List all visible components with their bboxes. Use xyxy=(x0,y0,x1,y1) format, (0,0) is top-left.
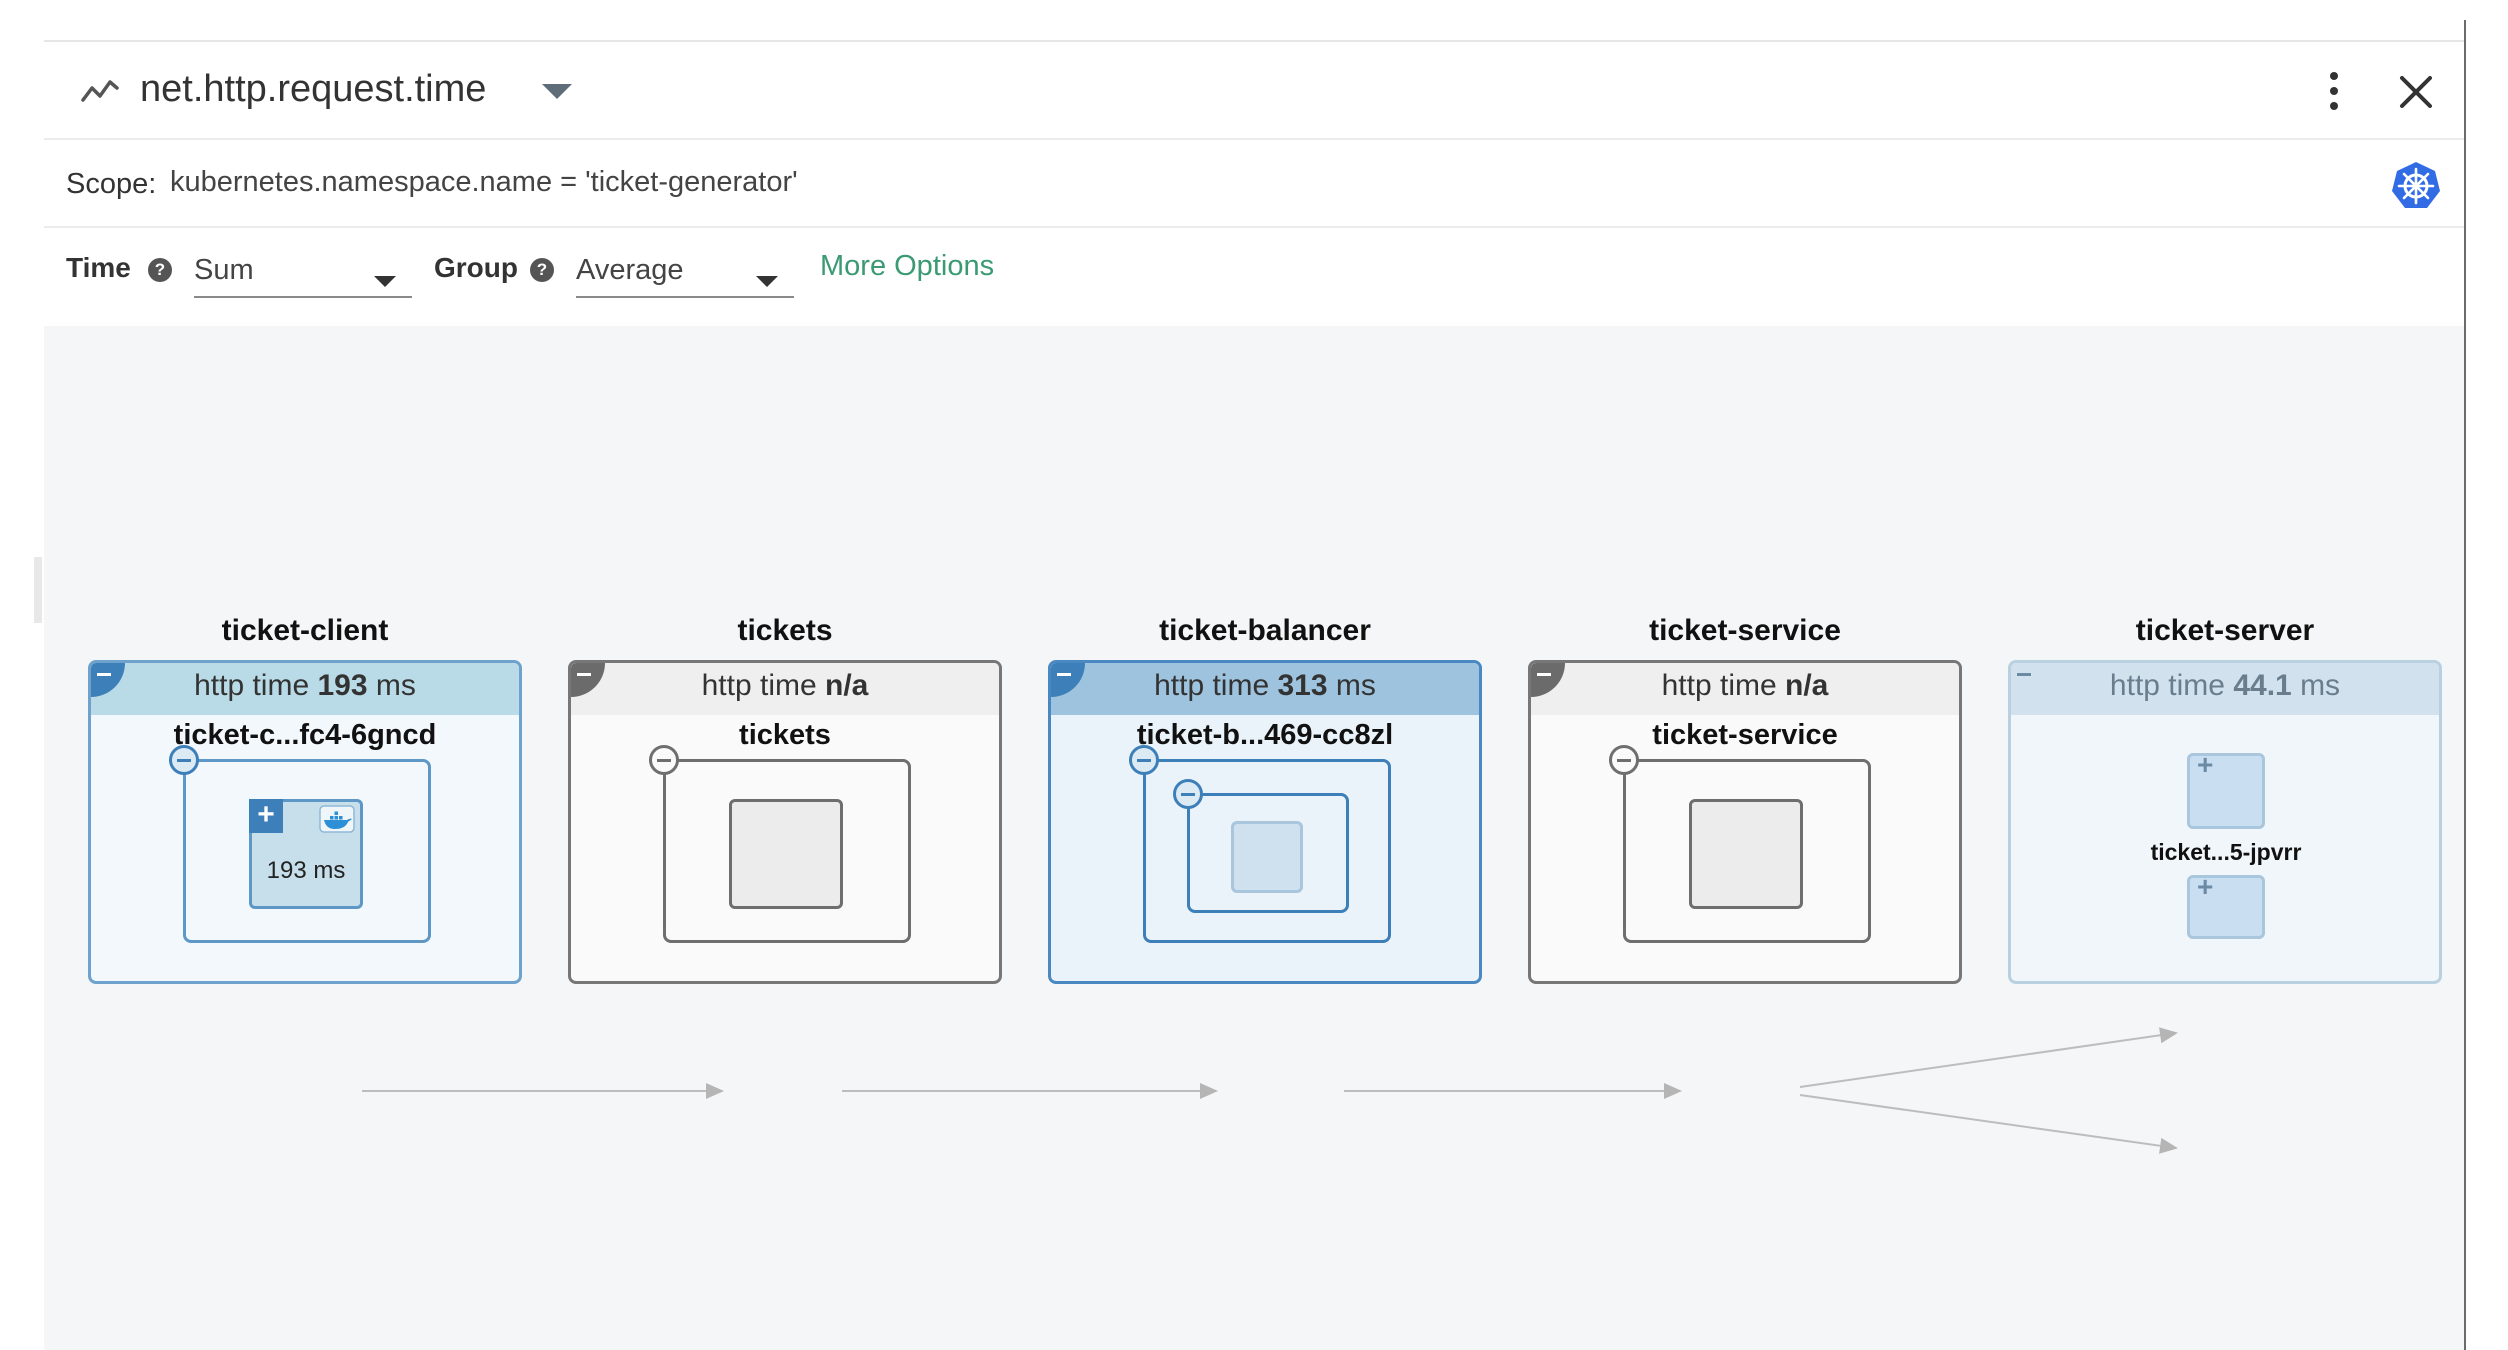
expand-plus-icon[interactable]: + xyxy=(2197,871,2213,903)
right-divider xyxy=(2464,20,2466,1350)
node-title: ticket-balancer xyxy=(1159,614,1371,647)
more-options-link[interactable]: More Options xyxy=(820,250,994,283)
group-aggregation-select[interactable]: Average xyxy=(576,242,794,298)
metric-panel: net.http.request.time Scope: kubernetes.… xyxy=(44,42,2464,1350)
node-subtitle: ticket-c...fc4-6gncd xyxy=(173,719,437,751)
node-ticket-server[interactable]: http time 44.1 ms + ticket...5-jpvrr + xyxy=(2008,660,2442,984)
endpoint-box[interactable] xyxy=(729,799,843,909)
scope-label: Scope: xyxy=(66,168,157,200)
node-title: tickets xyxy=(737,614,833,647)
close-icon[interactable] xyxy=(2396,72,2436,112)
collapse-circle-icon[interactable] xyxy=(169,745,199,775)
node-metric-header: http time n/a xyxy=(1531,663,1959,715)
endpoint-box[interactable] xyxy=(1689,799,1803,909)
node-metric-header: http time 313 ms xyxy=(1051,663,1479,715)
expand-plus-icon[interactable]: + xyxy=(2197,749,2213,781)
container-box[interactable] xyxy=(1231,821,1303,893)
panel-header: net.http.request.time xyxy=(44,42,2464,140)
time-aggregation-value: Sum xyxy=(194,254,254,286)
kebab-menu-icon[interactable] xyxy=(2320,70,2348,112)
node-ticket-balancer[interactable]: http time 313 ms ticket-b...469-cc8zl xyxy=(1048,660,1482,984)
screenshot-frame: net.http.request.time Scope: kubernetes.… xyxy=(0,0,2508,1350)
node-subtitle: ticket-service xyxy=(1652,719,1838,751)
options-bar: Time ? Sum Group ? Average More Options xyxy=(44,230,2464,324)
node-ticket-client[interactable]: http time 193 ms ticket-c...fc4-6gncd + … xyxy=(88,660,522,984)
kubernetes-icon xyxy=(2392,162,2440,208)
node-metric: http time 313 ms xyxy=(1154,669,1376,702)
scope-bar: Scope: kubernetes.namespace.name = 'tick… xyxy=(44,142,2464,228)
node-metric: http time 44.1 ms xyxy=(2109,669,2341,702)
group-label: Group xyxy=(434,252,518,283)
docker-icon xyxy=(319,805,355,833)
chevron-down-icon xyxy=(756,276,778,287)
time-label: Time xyxy=(66,252,131,283)
node-metric-header: http time 44.1 ms xyxy=(2011,663,2439,715)
help-icon[interactable]: ? xyxy=(530,258,554,282)
node-tickets[interactable]: http time n/a tickets xyxy=(568,660,1002,984)
line-chart-icon xyxy=(81,80,119,102)
node-subtitle: tickets xyxy=(739,719,831,751)
scope-value[interactable]: kubernetes.namespace.name = 'ticket-gene… xyxy=(170,166,798,199)
time-aggregation-select[interactable]: Sum xyxy=(194,242,412,298)
node-title: ticket-client xyxy=(221,614,389,647)
node-metric: http time n/a xyxy=(701,669,869,702)
collapse-circle-icon[interactable] xyxy=(1173,779,1203,809)
node-metric-header: http time 193 ms xyxy=(91,663,519,715)
pod-label: ticket...5-jpvrr xyxy=(2150,839,2302,865)
node-title: ticket-service xyxy=(1649,614,1841,647)
node-metric-header: http time n/a xyxy=(571,663,999,715)
collapse-circle-icon[interactable] xyxy=(1129,745,1159,775)
node-title: ticket-server xyxy=(2135,614,2315,647)
node-metric: http time n/a xyxy=(1661,669,1829,702)
expand-plus-icon[interactable]: + xyxy=(249,799,283,833)
node-subtitle: ticket-b...469-cc8zl xyxy=(1136,719,1394,751)
chevron-down-icon xyxy=(374,276,396,287)
left-edge-handle[interactable] xyxy=(34,557,42,623)
help-icon[interactable]: ? xyxy=(148,258,172,282)
chevron-down-icon[interactable] xyxy=(542,84,572,99)
group-aggregation-value: Average xyxy=(576,254,684,286)
node-metric: http time 193 ms xyxy=(194,669,416,702)
container-metric: 193 ms xyxy=(266,857,346,884)
collapse-circle-icon[interactable] xyxy=(649,745,679,775)
metric-title[interactable]: net.http.request.time xyxy=(140,66,486,112)
collapse-circle-icon[interactable] xyxy=(1609,745,1639,775)
node-ticket-service[interactable]: http time n/a ticket-service xyxy=(1528,660,1962,984)
